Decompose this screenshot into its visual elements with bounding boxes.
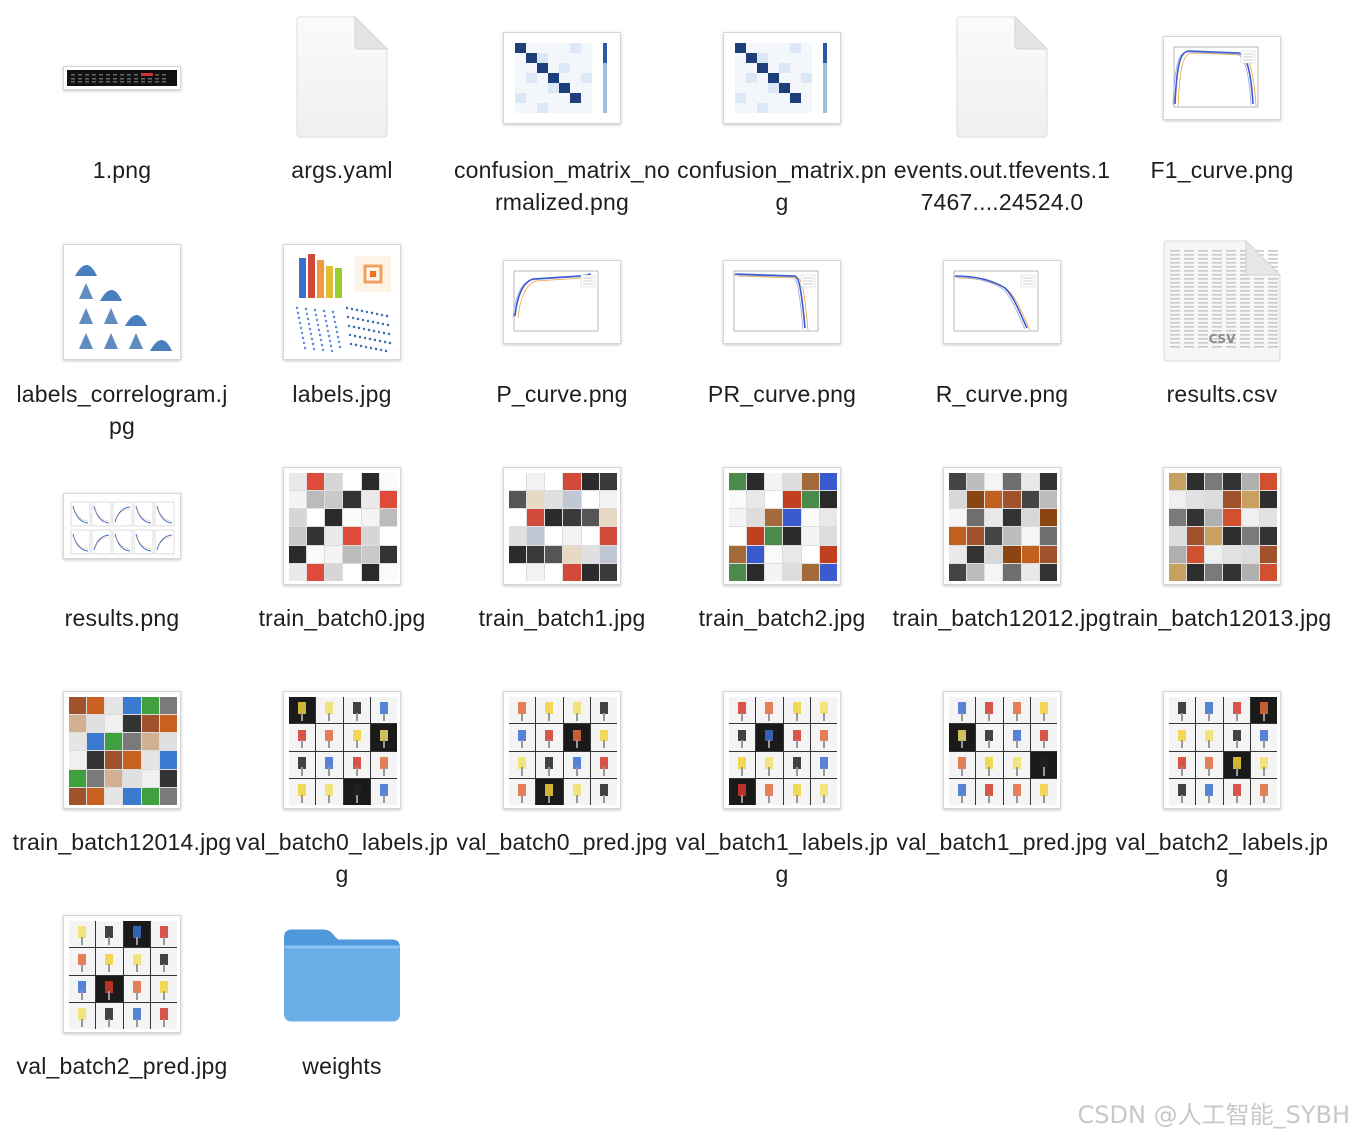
file-item-p-curve-png[interactable]: P_curve.png [452,224,672,448]
file-name-label[interactable]: confusion_matrix_normalized.png [452,154,672,218]
file-item-results-csv[interactable]: CSV results.csv [1112,224,1332,448]
file-name-label[interactable]: PR_curve.png [672,378,892,410]
csv-document-icon[interactable]: CSV [1162,240,1282,364]
file-item-val-batch1-pred-jpg[interactable]: val_batch1_pred.jpg [892,672,1112,896]
file-name-label[interactable]: 1.png [12,154,232,186]
photo-mosaic-thumbnail-icon[interactable] [723,467,841,585]
confusion-matrix-thumbnail-icon[interactable] [503,32,621,124]
file-name-label[interactable]: val_batch1_labels.jpg [672,826,892,890]
val-grid-thumbnail-icon[interactable] [283,691,401,809]
file-item-labels-jpg[interactable]: labels.jpg [232,224,452,448]
file-name-label[interactable]: confusion_matrix.png [672,154,892,218]
confusion-matrix-thumbnail-icon[interactable] [723,32,841,124]
file-name-label[interactable]: train_batch1.jpg [452,602,672,634]
results-plots-thumbnail-icon[interactable] [63,493,181,559]
file-icon-grid: 1.png args.yaml confusion_matrix_normali… [12,0,1332,1120]
val-grid-thumbnail-icon[interactable] [943,691,1061,809]
file-item-weights[interactable]: weights [232,896,452,1120]
file-name-label[interactable]: val_batch2_pred.jpg [12,1050,232,1082]
file-name-label[interactable]: labels_correlogram.jpg [12,378,232,442]
file-item-1-png[interactable]: 1.png [12,0,232,224]
correlogram-thumbnail-icon[interactable] [63,244,181,360]
val-grid-thumbnail-icon[interactable] [723,691,841,809]
val-grid-thumbnail-icon[interactable] [503,691,621,809]
file-name-label[interactable]: R_curve.png [892,378,1112,410]
file-name-label[interactable]: val_batch1_pred.jpg [892,826,1112,858]
folder-icon[interactable] [282,924,402,1029]
file-name-label[interactable]: train_batch2.jpg [672,602,892,634]
file-item-train-batch1-jpg[interactable]: train_batch1.jpg [452,448,672,672]
curve-chart-thumbnail-icon[interactable] [723,260,841,344]
file-name-label[interactable]: args.yaml [232,154,452,186]
file-item-train-batch2-jpg[interactable]: train_batch2.jpg [672,448,892,672]
file-name-label[interactable]: val_batch2_labels.jpg [1112,826,1332,890]
file-name-label[interactable]: F1_curve.png [1112,154,1332,186]
file-item-train-batch12014-jpg[interactable]: train_batch12014.jpg [12,672,232,896]
file-name-label[interactable]: events.out.tfevents.17467....24524.0 [892,154,1112,218]
file-item-val-batch1-labels-jpg[interactable]: val_batch1_labels.jpg [672,672,892,896]
file-item-f1-curve-png[interactable]: F1_curve.png [1112,0,1332,224]
photo-mosaic-thumbnail-icon[interactable] [63,691,181,809]
file-name-label[interactable]: train_batch12013.jpg [1112,602,1332,634]
file-name-label[interactable]: train_batch0.jpg [232,602,452,634]
file-item-val-batch2-pred-jpg[interactable]: val_batch2_pred.jpg [12,896,232,1120]
watermark: CSDN @人工智能_SYBH [1077,1101,1350,1129]
file-item-val-batch2-labels-jpg[interactable]: val_batch2_labels.jpg [1112,672,1332,896]
curve-chart-thumbnail-icon[interactable] [1163,36,1281,120]
val-grid-thumbnail-icon[interactable] [63,915,181,1033]
file-item-confusion-matrix-normalized-png[interactable]: confusion_matrix_normalized.png [452,0,672,224]
file-item-results-png[interactable]: results.png [12,448,232,672]
file-name-label[interactable]: val_batch0_pred.jpg [452,826,672,858]
curve-chart-thumbnail-icon[interactable] [503,260,621,344]
file-name-label[interactable]: train_batch12012.jpg [892,602,1112,634]
file-item-train-batch12012-jpg[interactable]: train_batch12012.jpg [892,448,1112,672]
file-name-label[interactable]: labels.jpg [232,378,452,410]
file-item-r-curve-png[interactable]: R_curve.png [892,224,1112,448]
labels-chart-thumbnail-icon[interactable] [283,244,401,360]
photo-mosaic-thumbnail-icon[interactable] [503,467,621,585]
file-item-confusion-matrix-png[interactable]: confusion_matrix.png [672,0,892,224]
curve-chart-thumbnail-icon[interactable] [943,260,1061,344]
file-name-label[interactable]: train_batch12014.jpg [12,826,232,858]
blank-document-icon[interactable] [295,16,389,140]
image-thumbnail-icon[interactable] [63,66,181,90]
file-item-val-batch0-labels-jpg[interactable]: val_batch0_labels.jpg [232,672,452,896]
file-name-label[interactable]: weights [232,1050,452,1082]
photo-mosaic-thumbnail-icon[interactable] [1163,467,1281,585]
blank-document-icon[interactable] [955,16,1049,140]
file-name-label[interactable]: val_batch0_labels.jpg [232,826,452,890]
file-name-label[interactable]: P_curve.png [452,378,672,410]
file-item-args-yaml[interactable]: args.yaml [232,0,452,224]
file-item-labels-correlogram-jpg[interactable]: labels_correlogram.jpg [12,224,232,448]
file-item-pr-curve-png[interactable]: PR_curve.png [672,224,892,448]
svg-text:CSV: CSV [1209,332,1237,346]
file-item-train-batch0-jpg[interactable]: train_batch0.jpg [232,448,452,672]
file-name-label[interactable]: results.csv [1112,378,1332,410]
val-grid-thumbnail-icon[interactable] [1163,691,1281,809]
file-item-train-batch12013-jpg[interactable]: train_batch12013.jpg [1112,448,1332,672]
file-name-label[interactable]: results.png [12,602,232,634]
photo-mosaic-thumbnail-icon[interactable] [943,467,1061,585]
file-item-events-out-tfevents-17467-24524-0[interactable]: events.out.tfevents.17467....24524.0 [892,0,1112,224]
photo-mosaic-thumbnail-icon[interactable] [283,467,401,585]
file-item-val-batch0-pred-jpg[interactable]: val_batch0_pred.jpg [452,672,672,896]
